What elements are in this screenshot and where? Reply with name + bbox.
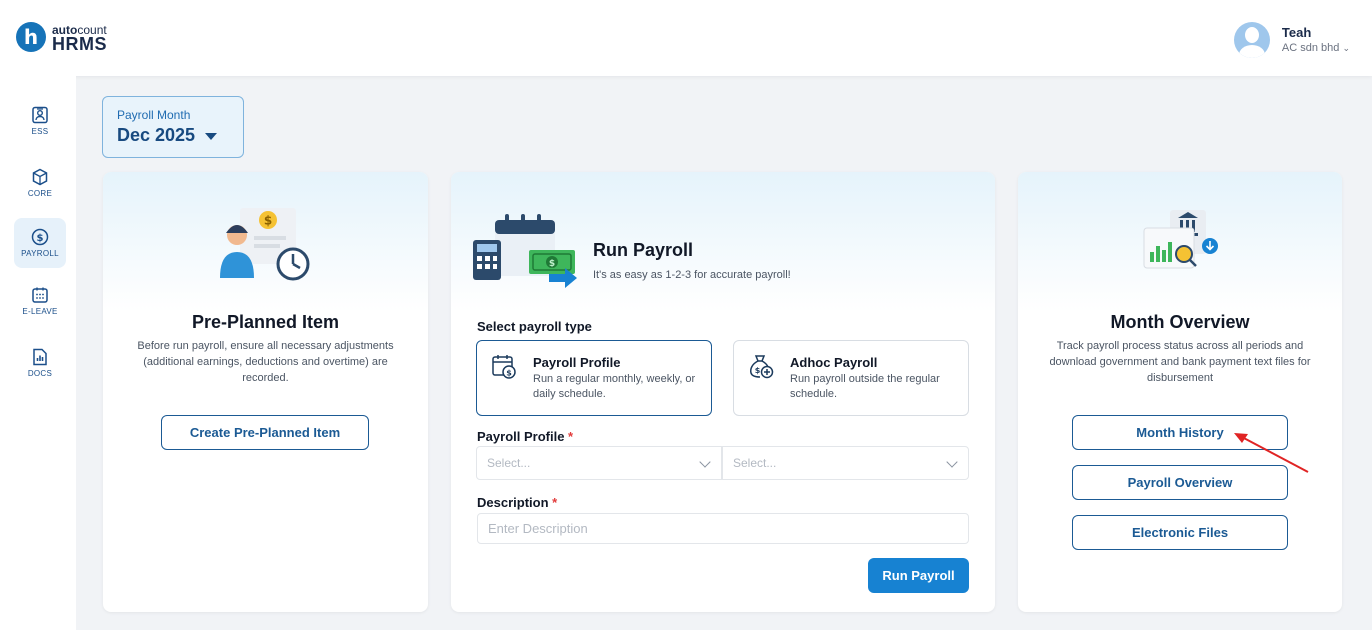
payroll-month-selector[interactable]: Payroll Month Dec 2025 xyxy=(102,96,244,158)
create-pre-planned-item-button[interactable]: Create Pre-Planned Item xyxy=(161,415,369,450)
sidebar-item-label: PAYROLL xyxy=(21,249,59,258)
required-marker: * xyxy=(568,429,574,444)
payroll-profile-field-label: Payroll Profile * xyxy=(477,429,573,444)
payroll-month-text: Dec 2025 xyxy=(117,125,196,145)
description-input[interactable]: Enter Description xyxy=(477,513,969,544)
pre-planned-card: $ Pre-Planned Item Before run payroll, e… xyxy=(103,172,428,612)
payroll-profile-select[interactable]: Select... xyxy=(476,446,722,480)
cube-icon xyxy=(32,168,48,186)
month-overview-description: Track payroll process status across all … xyxy=(1049,340,1311,384)
calendar-dollar-icon: $ xyxy=(492,355,516,379)
adhoc-payroll-option[interactable]: $ Adhoc Payroll Run payroll outside the … xyxy=(733,340,969,416)
run-payroll-illustration-icon: $ xyxy=(473,214,577,288)
month-overview-card: Month Overview Track payroll process sta… xyxy=(1018,172,1342,612)
run-payroll-header: $ Run Payroll It's as easy as 1-2-3 for … xyxy=(471,212,791,288)
svg-text:$: $ xyxy=(755,366,761,375)
user-menu[interactable]: Teah AC sdn bhd ⌄ xyxy=(1233,22,1350,58)
top-bar: h autocount HRMS Teah AC sdn bhd ⌄ xyxy=(0,0,1372,76)
svg-text:$: $ xyxy=(506,369,512,378)
annotation-arrow-icon xyxy=(1234,433,1309,473)
pre-planned-description: Before run payroll, ensure all necessary… xyxy=(137,340,394,384)
user-name: Teah xyxy=(1281,25,1312,40)
avatar[interactable] xyxy=(1233,22,1270,58)
payroll-profile-option-description: Run a regular monthly, weekly, or daily … xyxy=(533,373,696,400)
sidebar-item-payroll[interactable]: $ PAYROLL xyxy=(14,218,66,268)
payroll-profile-option-title: Payroll Profile xyxy=(533,355,621,370)
app-logo[interactable]: h autocount HRMS xyxy=(16,22,107,54)
sidebar-item-label: CORE xyxy=(27,189,53,198)
sidebar-item-label: DOCS xyxy=(27,369,53,378)
adhoc-payroll-option-title: Adhoc Payroll xyxy=(790,355,878,370)
chevron-down-icon xyxy=(699,456,711,468)
payroll-profile-label-text: Payroll Profile xyxy=(477,429,565,444)
payroll-profile-option[interactable]: $ Payroll Profile Run a regular monthly,… xyxy=(476,340,712,416)
company-selector[interactable]: AC sdn bhd ⌄ xyxy=(1282,41,1350,55)
sidebar-item-core[interactable]: CORE xyxy=(14,158,66,208)
chevron-down-icon: ⌄ xyxy=(1342,43,1350,53)
sidebar: ESS CORE $ PAYROLL E-LEAVE DOCS xyxy=(0,76,76,630)
document-chart-icon xyxy=(33,348,47,366)
logo-product: HRMS xyxy=(52,34,107,54)
sidebar-item-docs[interactable]: DOCS xyxy=(14,338,66,388)
logo-text: autocount HRMS xyxy=(52,23,107,54)
dollar-circle-icon: $ xyxy=(31,228,49,246)
sidebar-item-label: ESS xyxy=(31,127,49,136)
pre-planned-title: Pre-Planned Item xyxy=(191,312,340,332)
company-name: AC sdn bhd xyxy=(1281,42,1340,54)
sidebar-item-e-leave[interactable]: E-LEAVE xyxy=(14,276,66,326)
svg-text:$: $ xyxy=(37,233,44,244)
month-overview-title: Month Overview xyxy=(1110,312,1250,332)
select-payroll-type-label: Select payroll type xyxy=(477,319,592,334)
month-overview-illustration-icon xyxy=(1143,210,1218,269)
payroll-period-select[interactable]: Select... xyxy=(722,446,969,480)
pre-planned-illustration-icon: $ xyxy=(220,208,310,281)
description-field-label: Description * xyxy=(477,495,557,510)
sidebar-item-ess[interactable]: ESS xyxy=(14,96,66,146)
select-placeholder: Select... xyxy=(487,456,531,470)
payroll-month-label: Payroll Month xyxy=(117,108,191,122)
description-label-text: Description xyxy=(477,495,549,510)
select-placeholder: Select... xyxy=(733,456,777,470)
adhoc-payroll-option-description: Run payroll outside the regular schedule… xyxy=(790,373,940,400)
run-payroll-button[interactable]: Run Payroll xyxy=(868,558,969,593)
electronic-files-button[interactable]: Electronic Files xyxy=(1072,515,1288,550)
svg-text:$: $ xyxy=(549,259,555,269)
run-payroll-subtitle: It's as easy as 1-2-3 for accurate payro… xyxy=(593,269,791,281)
caret-down-icon xyxy=(205,133,218,140)
run-payroll-card: $ Run Payroll It's as easy as 1-2-3 for … xyxy=(451,172,995,612)
payroll-month-value: Dec 2025 xyxy=(117,125,229,146)
svg-text:$: $ xyxy=(264,214,272,228)
required-marker: * xyxy=(552,495,558,510)
run-payroll-title: Run Payroll xyxy=(593,240,694,260)
sidebar-item-label: E-LEAVE xyxy=(22,307,58,316)
logo-mark: h xyxy=(16,22,46,52)
chevron-down-icon xyxy=(946,456,958,468)
calendar-icon xyxy=(32,287,48,303)
money-bag-icon: $ xyxy=(750,355,774,379)
person-card-icon xyxy=(32,106,48,124)
